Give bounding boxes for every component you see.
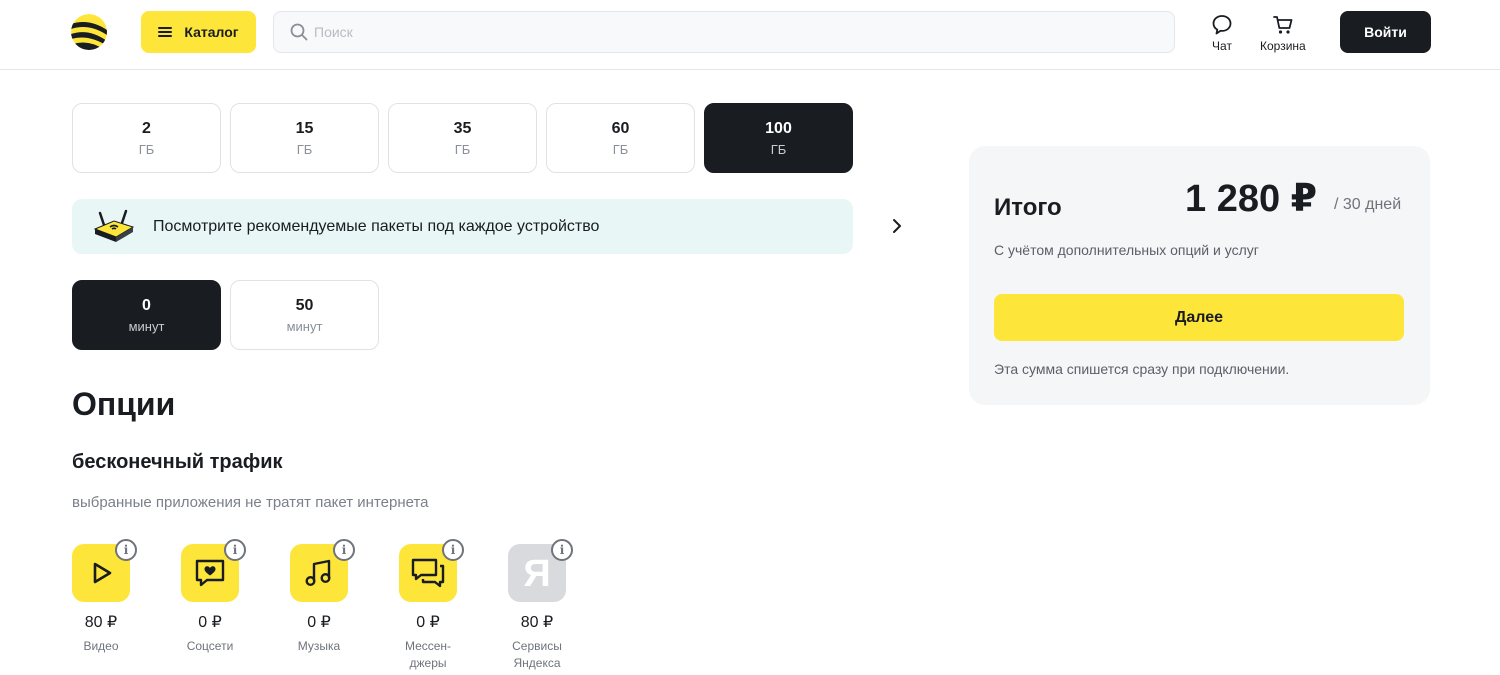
menu-icon <box>158 27 173 37</box>
total-period: / 30 дней <box>1334 196 1402 213</box>
minute-package-tile-unit: минут <box>128 318 165 334</box>
data-package-tile-unit: ГБ <box>296 141 313 157</box>
minute-package-tile-unit: минут <box>286 318 323 334</box>
app-option[interactable]: Яi 80 ₽ Сервисы Яндекса <box>508 539 618 675</box>
next-button[interactable]: Далее <box>994 294 1404 341</box>
data-package-tile[interactable]: 100 ГБ <box>704 103 853 173</box>
search-icon <box>290 23 308 41</box>
banner-text: Посмотрите рекомендуемые пакеты под кажд… <box>153 218 600 235</box>
unlimited-traffic-heading: бесконечный трафик <box>72 451 283 473</box>
app-option-name: Музыка <box>297 639 341 653</box>
minute-package-tile[interactable]: 50 минут <box>230 280 379 350</box>
data-package-tile[interactable]: 15 ГБ <box>230 103 379 173</box>
data-package-tile[interactable]: 35 ГБ <box>388 103 537 173</box>
app-option-name: Видео <box>83 639 119 653</box>
total-card: Итого 1 280 ₽ / 30 дней С учётом дополни… <box>969 146 1430 405</box>
app-option-price: 80 ₽ <box>84 614 118 631</box>
info-icon[interactable]: i <box>115 539 137 561</box>
login-button[interactable]: Войти <box>1340 11 1431 53</box>
total-note: С учётом дополнительных опций и услуг <box>994 242 1259 258</box>
recommended-packages-banner[interactable]: Посмотрите рекомендуемые пакеты под кажд… <box>72 199 901 254</box>
router-icon <box>93 209 135 242</box>
minute-package-tile-value: 50 <box>295 296 314 314</box>
app-option-price: 80 ₽ <box>520 614 554 631</box>
data-package-tile[interactable]: 60 ГБ <box>546 103 695 173</box>
app-option-price: 0 ₽ <box>307 614 331 631</box>
app-option-name: Мессен- джеры <box>404 639 452 670</box>
data-package-tile-unit: ГБ <box>612 141 629 157</box>
data-package-tile-unit: ГБ <box>454 141 471 157</box>
data-package-tile-unit: ГБ <box>770 141 787 157</box>
beeline-logo-icon[interactable] <box>71 14 107 50</box>
app-option-price: 0 ₽ <box>416 614 440 631</box>
info-icon[interactable]: i <box>333 539 355 561</box>
data-package-tile-unit: ГБ <box>138 141 155 157</box>
chat-label: Чат <box>1212 39 1232 53</box>
chat-button[interactable]: Чат <box>1211 14 1233 53</box>
cart-button[interactable]: Корзина <box>1260 14 1306 53</box>
search-bar[interactable] <box>273 11 1175 53</box>
data-package-tile-value: 100 <box>765 119 792 137</box>
chat-bubble-icon <box>1212 15 1232 35</box>
app-option-name: Сервисы Яндекса <box>512 639 562 670</box>
app-option-name: Соцсети <box>186 639 234 653</box>
data-package-tile-value: 60 <box>611 119 630 137</box>
cart-icon <box>1272 16 1293 34</box>
cart-label: Корзина <box>1260 39 1306 53</box>
chevron-right-icon <box>893 219 901 233</box>
data-package-tile-value: 15 <box>295 119 314 137</box>
charge-note: Эта сумма спишется сразу при подключении… <box>994 361 1290 377</box>
svg-text:Я: Я <box>523 553 550 593</box>
minute-package-tile-value: 0 <box>142 296 151 314</box>
catalog-label: Каталог <box>184 24 239 40</box>
app-option-price: 0 ₽ <box>198 614 222 631</box>
catalog-button[interactable]: Каталог <box>141 11 256 53</box>
site-header: Каталог Чат Корзина Войти <box>0 0 1500 70</box>
data-package-tile-value: 2 <box>142 119 151 137</box>
minute-package-tile[interactable]: 0 минут <box>72 280 221 350</box>
data-package-tile-value: 35 <box>453 119 472 137</box>
total-price: 1 280 ₽ <box>1185 178 1318 220</box>
total-label: Итого <box>994 194 1062 221</box>
options-heading: Опции <box>72 386 176 422</box>
unlimited-traffic-subtitle: выбранные приложения не тратят пакет инт… <box>72 494 429 511</box>
data-package-tile[interactable]: 2 ГБ <box>72 103 221 173</box>
info-icon[interactable]: i <box>224 539 246 561</box>
info-icon[interactable]: i <box>442 539 464 561</box>
search-input[interactable] <box>314 24 1114 40</box>
info-icon[interactable]: i <box>551 539 573 561</box>
